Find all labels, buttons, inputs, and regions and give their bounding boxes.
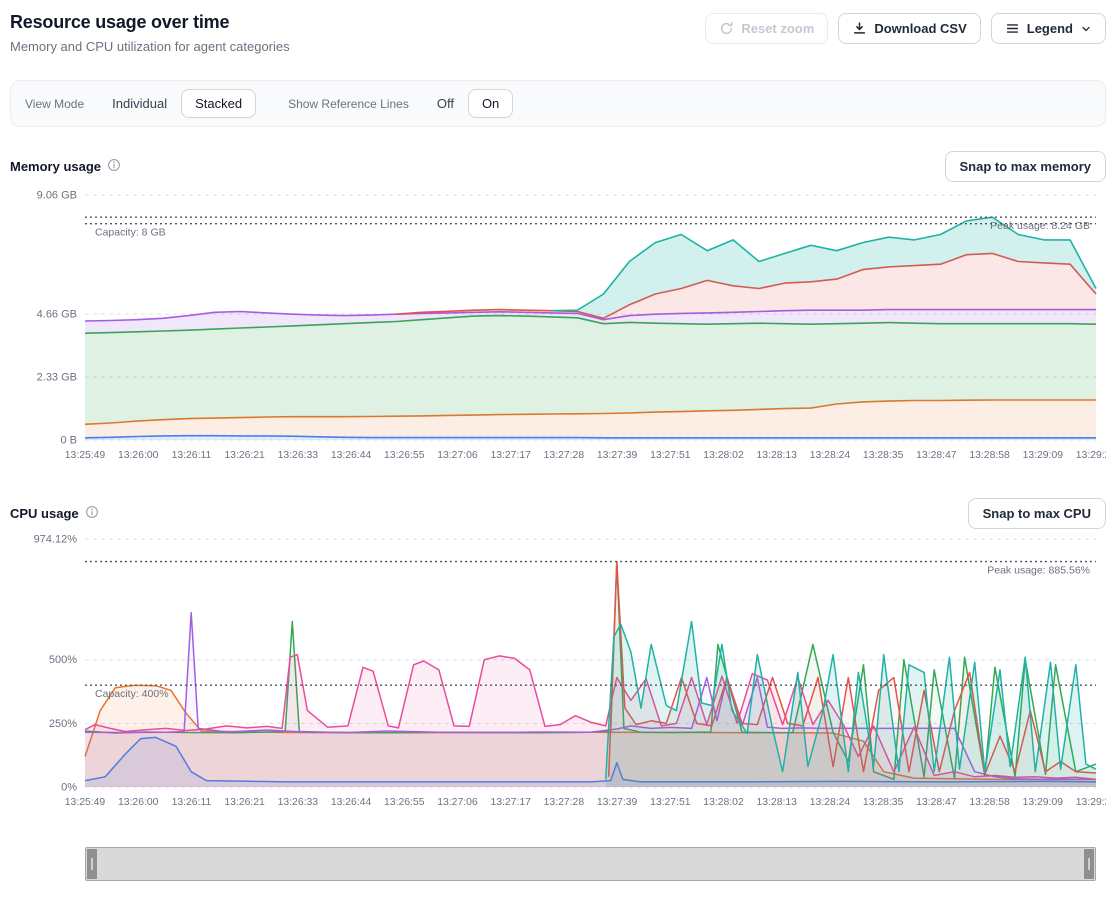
page-title: Resource usage over time xyxy=(10,12,290,33)
svg-text:13:27:17: 13:27:17 xyxy=(490,450,531,461)
svg-text:250%: 250% xyxy=(49,718,77,730)
reset-zoom-button[interactable]: Reset zoom xyxy=(705,13,828,44)
svg-text:Capacity: 8 GB: Capacity: 8 GB xyxy=(95,227,166,239)
view-mode-stacked-option[interactable]: Stacked xyxy=(181,89,256,118)
svg-text:13:28:13: 13:28:13 xyxy=(757,450,798,461)
chart-options-toolbar: View Mode Individual Stacked Show Refere… xyxy=(10,80,1106,127)
time-range-scrollbar[interactable] xyxy=(85,847,1096,881)
svg-text:4.66 GB: 4.66 GB xyxy=(37,308,77,320)
svg-text:13:26:44: 13:26:44 xyxy=(331,450,372,461)
svg-text:13:29:24: 13:29:24 xyxy=(1076,797,1106,808)
svg-text:13:27:17: 13:27:17 xyxy=(490,797,531,808)
info-icon[interactable] xyxy=(107,158,121,175)
view-mode-individual-option[interactable]: Individual xyxy=(98,89,181,118)
svg-text:13:28:58: 13:28:58 xyxy=(969,797,1010,808)
svg-text:13:26:00: 13:26:00 xyxy=(118,797,159,808)
svg-text:13:29:09: 13:29:09 xyxy=(1023,450,1064,461)
page-subtitle: Memory and CPU utilization for agent cat… xyxy=(10,39,290,54)
legend-button[interactable]: Legend xyxy=(991,13,1106,44)
memory-chart-canvas[interactable]: 9.06 GB 4.66 GB 2.33 GB 0 B 13:25:49 13:26:00… xyxy=(10,184,1106,474)
dashboard-page: Resource usage over time Memory and CPU … xyxy=(0,0,1116,891)
svg-text:13:26:00: 13:26:00 xyxy=(118,450,159,461)
legend-label: Legend xyxy=(1027,22,1073,35)
memory-heading-row: Memory usage xyxy=(10,158,121,175)
download-icon xyxy=(852,21,867,36)
svg-text:2.33 GB: 2.33 GB xyxy=(37,371,77,383)
scrollbar-left-handle[interactable] xyxy=(87,849,97,879)
svg-text:500%: 500% xyxy=(49,654,77,666)
svg-text:13:28:47: 13:28:47 xyxy=(916,450,957,461)
svg-text:13:28:47: 13:28:47 xyxy=(916,797,957,808)
view-mode-label: View Mode xyxy=(25,97,84,111)
svg-text:13:28:35: 13:28:35 xyxy=(863,450,904,461)
svg-text:13:27:51: 13:27:51 xyxy=(650,797,691,808)
svg-text:13:28:35: 13:28:35 xyxy=(863,797,904,808)
chevron-down-icon xyxy=(1080,23,1092,35)
refresh-icon xyxy=(719,21,734,36)
svg-text:13:27:51: 13:27:51 xyxy=(650,450,691,461)
svg-text:13:27:06: 13:27:06 xyxy=(437,450,478,461)
svg-text:13:27:28: 13:27:28 xyxy=(544,797,585,808)
svg-text:13:28:24: 13:28:24 xyxy=(810,797,851,808)
header-actions: Reset zoom Download CSV Legend xyxy=(705,10,1106,44)
svg-text:9.06 GB: 9.06 GB xyxy=(37,189,77,201)
svg-text:0 B: 0 B xyxy=(60,435,77,447)
cpu-section-header: CPU usage Snap to max CPU xyxy=(10,498,1106,529)
memory-chart[interactable]: 9.06 GB 4.66 GB 2.33 GB 0 B 13:25:49 13:26:00… xyxy=(10,184,1106,474)
svg-text:13:27:39: 13:27:39 xyxy=(597,797,638,808)
info-icon[interactable] xyxy=(85,505,99,522)
svg-text:13:29:24: 13:29:24 xyxy=(1076,450,1106,461)
svg-text:13:28:13: 13:28:13 xyxy=(757,797,798,808)
svg-text:13:26:11: 13:26:11 xyxy=(172,450,212,461)
svg-text:13:27:39: 13:27:39 xyxy=(597,450,638,461)
reference-lines-label: Show Reference Lines xyxy=(288,97,409,111)
svg-text:13:29:09: 13:29:09 xyxy=(1023,797,1064,808)
svg-text:13:28:24: 13:28:24 xyxy=(810,450,851,461)
download-csv-button[interactable]: Download CSV xyxy=(838,13,980,44)
svg-text:Peak usage: 8.24 GB: Peak usage: 8.24 GB xyxy=(990,220,1090,232)
cpu-chart[interactable]: 974.12% 500% 250% 0% 13:25:49 13:26:00 13:26:1… xyxy=(10,531,1106,821)
cpu-heading: CPU usage xyxy=(10,506,79,521)
svg-text:13:27:06: 13:27:06 xyxy=(437,797,478,808)
svg-text:974.12%: 974.12% xyxy=(34,534,78,546)
scrollbar-right-handle[interactable] xyxy=(1084,849,1094,879)
memory-heading: Memory usage xyxy=(10,159,101,174)
snap-max-memory-button[interactable]: Snap to max memory xyxy=(945,151,1107,182)
svg-text:13:26:11: 13:26:11 xyxy=(172,797,212,808)
memory-section-header: Memory usage Snap to max memory xyxy=(10,151,1106,182)
download-csv-label: Download CSV xyxy=(874,22,966,35)
svg-text:0%: 0% xyxy=(61,782,77,794)
svg-text:13:26:55: 13:26:55 xyxy=(384,450,425,461)
cpu-heading-row: CPU usage xyxy=(10,505,99,522)
snap-max-cpu-button[interactable]: Snap to max CPU xyxy=(968,498,1106,529)
svg-text:13:28:02: 13:28:02 xyxy=(703,797,744,808)
cpu-chart-canvas[interactable]: 974.12% 500% 250% 0% 13:25:49 13:26:00 13:26:1… xyxy=(10,531,1106,821)
svg-text:13:26:33: 13:26:33 xyxy=(278,797,319,808)
header: Resource usage over time Memory and CPU … xyxy=(10,10,1106,54)
svg-text:13:25:49: 13:25:49 xyxy=(65,797,106,808)
svg-text:13:26:55: 13:26:55 xyxy=(384,797,425,808)
reference-off-option[interactable]: Off xyxy=(423,89,468,118)
list-icon xyxy=(1005,21,1020,36)
svg-text:Capacity: 400%: Capacity: 400% xyxy=(95,688,169,700)
svg-text:13:28:02: 13:28:02 xyxy=(703,450,744,461)
svg-text:Peak usage: 885.56%: Peak usage: 885.56% xyxy=(987,565,1090,577)
reset-zoom-label: Reset zoom xyxy=(741,22,814,35)
svg-text:13:27:28: 13:27:28 xyxy=(544,450,585,461)
header-text: Resource usage over time Memory and CPU … xyxy=(10,10,290,54)
svg-text:13:26:33: 13:26:33 xyxy=(278,450,319,461)
svg-text:13:26:21: 13:26:21 xyxy=(224,450,265,461)
reference-on-option[interactable]: On xyxy=(468,89,513,118)
svg-text:13:26:44: 13:26:44 xyxy=(331,797,372,808)
svg-text:13:25:49: 13:25:49 xyxy=(65,450,106,461)
svg-text:13:28:58: 13:28:58 xyxy=(969,450,1010,461)
svg-text:13:26:21: 13:26:21 xyxy=(224,797,265,808)
